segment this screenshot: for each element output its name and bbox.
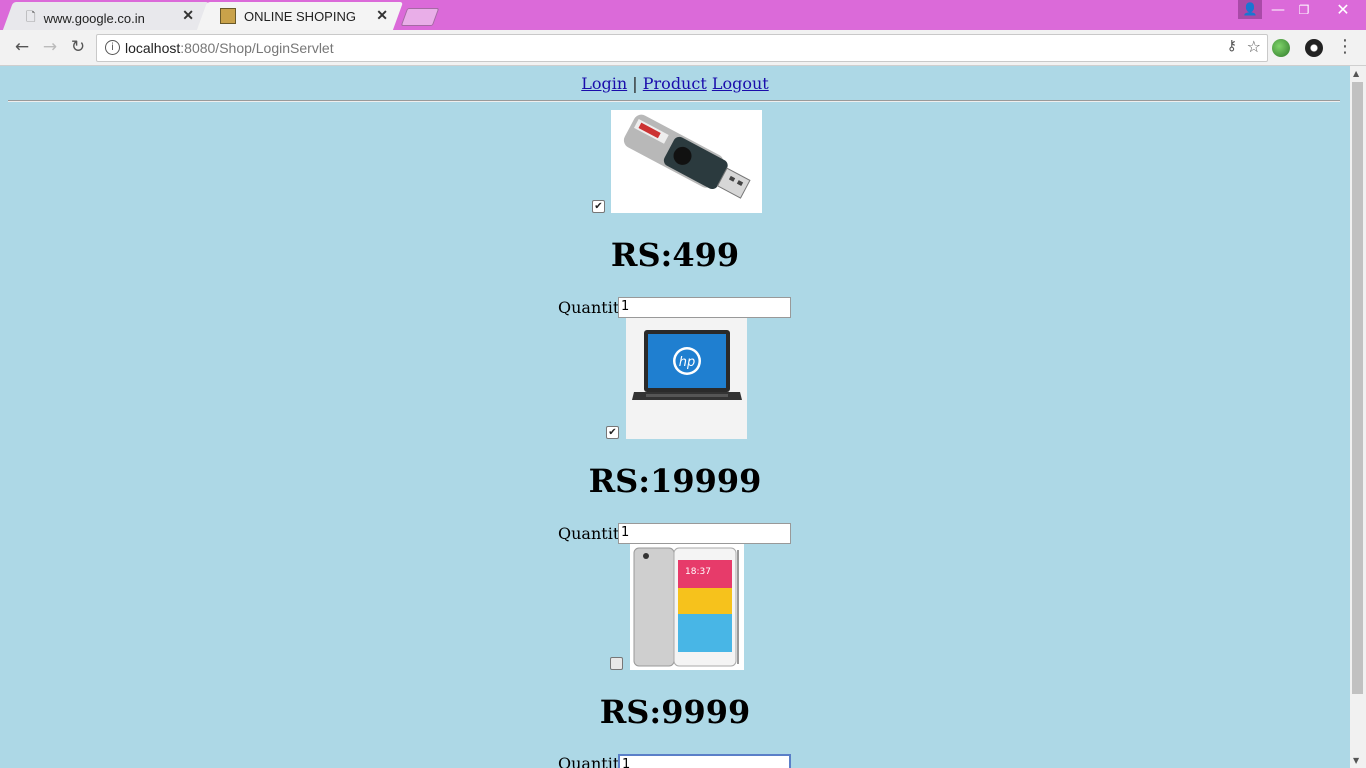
bookmark-star-icon[interactable]: ☆ [1247, 37, 1261, 56]
key-icon[interactable]: ⚷ [1227, 38, 1237, 54]
browser-titlebar: 🗋 www.google.co.in ✕ ONLINE SHOPING ✕ 👤 … [0, 0, 1366, 30]
close-icon[interactable]: ✕ [182, 7, 194, 24]
tab-label: ONLINE SHOPING [244, 8, 356, 24]
product-checkbox-usb[interactable]: ✔ [592, 200, 605, 213]
svg-text:hp: hp [679, 355, 696, 370]
url-text[interactable]: localhost:8080/Shop/LoginServlet [125, 40, 334, 56]
svg-text:18:37: 18:37 [685, 567, 711, 577]
product-price: RS:499 [610, 236, 740, 274]
product-checkbox-phone[interactable] [610, 657, 623, 670]
product-checkbox-laptop[interactable]: ✔ [606, 426, 619, 439]
forward-arrow-icon[interactable]: → [38, 36, 62, 58]
browser-toolbar: ← → ↻ i localhost:8080/Shop/LoginServlet… [0, 30, 1366, 66]
close-window-button[interactable]: ✕ [1320, 0, 1366, 22]
user-profile-icon[interactable]: 👤 [1238, 0, 1262, 19]
scroll-down-icon[interactable]: ▼ [1353, 756, 1359, 765]
page-icon: 🗋 [26, 10, 36, 24]
reload-icon[interactable]: ↻ [66, 36, 90, 58]
top-navigation: Login | Product Logout [0, 74, 1350, 93]
favicon-icon [220, 8, 236, 24]
page-content: Login | Product Logout ✔ RS:499 Quantity… [0, 66, 1350, 768]
restore-button[interactable]: ❐ [1292, 0, 1316, 22]
new-tab-button[interactable] [400, 8, 440, 26]
quantity-input-laptop[interactable]: 1 [618, 523, 791, 544]
product-link[interactable]: Product [643, 74, 707, 93]
page-scrollbar[interactable]: ▲ ▼ [1350, 66, 1366, 768]
hp-laptop-image: hp [626, 318, 747, 439]
usb-flash-drive-image [611, 110, 762, 213]
login-link[interactable]: Login [581, 74, 627, 93]
address-bar[interactable]: i localhost:8080/Shop/LoginServlet ⚷ ☆ [96, 34, 1268, 62]
extension-globe-icon[interactable] [1272, 39, 1290, 57]
smartphone-image: 18:37 [630, 544, 744, 670]
menu-dots-icon[interactable]: ⋮ [1336, 36, 1354, 57]
product-price: RS:9999 [599, 693, 751, 731]
tab-online-shoping[interactable]: ONLINE SHOPING ✕ [196, 2, 404, 30]
logout-link[interactable]: Logout [712, 74, 769, 93]
extension-camera-icon[interactable] [1305, 39, 1323, 57]
product-price: RS:19999 [588, 462, 762, 500]
scroll-up-icon[interactable]: ▲ [1353, 69, 1359, 78]
minimize-button[interactable]: — [1266, 0, 1290, 22]
quantity-input-usb[interactable]: 1 [618, 297, 791, 318]
quantity-input-phone[interactable]: 1 [618, 754, 791, 768]
info-icon[interactable]: i [105, 40, 120, 55]
back-arrow-icon[interactable]: ← [10, 36, 34, 58]
divider [8, 100, 1340, 102]
scrollbar-thumb[interactable] [1352, 82, 1363, 694]
tab-google[interactable]: 🗋 www.google.co.in ✕ [2, 2, 210, 30]
tab-label: www.google.co.in [43, 11, 145, 26]
nav-separator: | [632, 74, 638, 93]
close-icon[interactable]: ✕ [376, 7, 388, 24]
